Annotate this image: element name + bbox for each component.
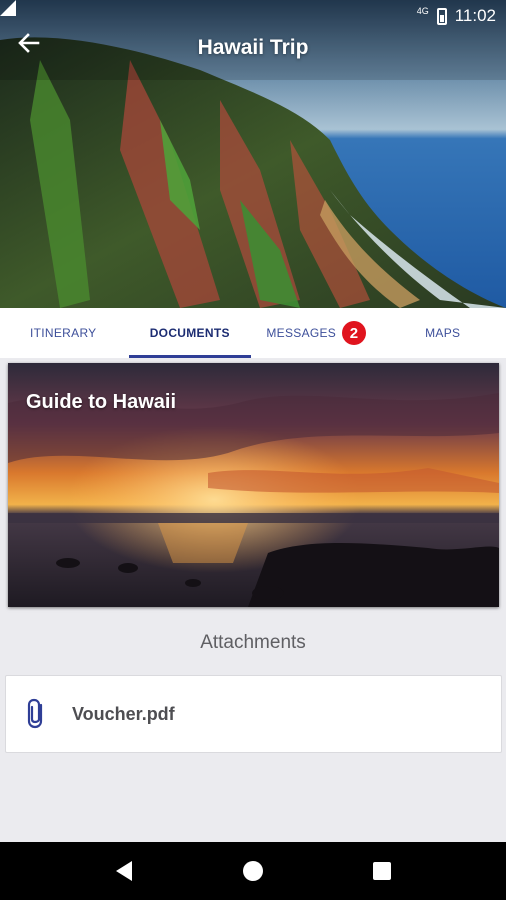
page-title: Hawaii Trip [197, 36, 309, 59]
network-type: 4G [416, 6, 429, 16]
system-nav-bar [0, 842, 506, 900]
tab-maps[interactable]: MAPS [380, 308, 506, 358]
battery-icon [436, 7, 447, 25]
header-image: 4G 11:02 Hawaii Trip [0, 0, 506, 308]
status-bar: 4G 11:02 [0, 0, 506, 32]
nav-home-button[interactable] [233, 851, 273, 891]
signal-icon [0, 0, 16, 16]
app-bar: Hawaii Trip [0, 30, 506, 68]
tab-itinerary[interactable]: ITINERARY [0, 308, 127, 358]
attachments-heading: Attachments [200, 632, 306, 653]
attachment-name: Voucher.pdf [72, 703, 175, 724]
clock: 11:02 [454, 6, 496, 25]
tab-label: MESSAGES [266, 326, 337, 340]
tab-bar: ITINERARY DOCUMENTS MESSAGES 2 MAPS [0, 308, 506, 358]
paperclip-icon [27, 698, 43, 729]
guide-title: Guide to Hawaii [26, 391, 177, 413]
home-circle-icon [242, 861, 263, 881]
back-triangle-icon [116, 861, 133, 881]
nav-recents-button[interactable] [362, 851, 402, 891]
unread-badge: 2 [342, 321, 367, 345]
nav-back-button[interactable] [104, 851, 144, 891]
tab-documents[interactable]: DOCUMENTS [127, 308, 254, 358]
tab-messages[interactable]: MESSAGES 2 [253, 308, 380, 358]
tab-label: ITINERARY [30, 326, 97, 340]
guide-card[interactable]: Guide to Hawaii [8, 363, 499, 607]
tab-label: DOCUMENTS [149, 326, 230, 340]
recents-square-icon [372, 862, 391, 880]
attachment-item[interactable]: Voucher.pdf [5, 675, 502, 753]
tab-label: MAPS [425, 326, 461, 340]
